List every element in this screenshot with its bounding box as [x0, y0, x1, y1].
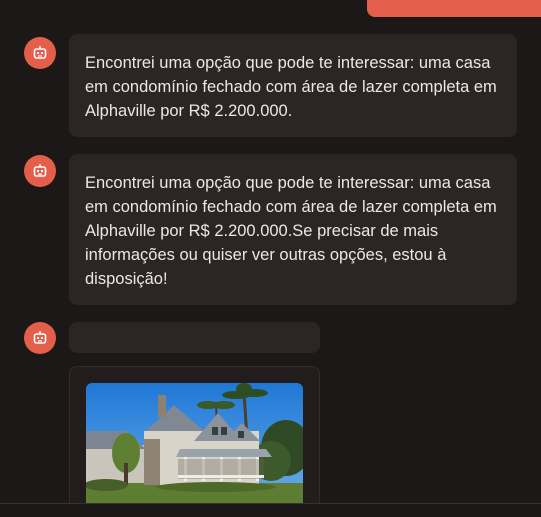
- user-message-bubble-partial: [367, 0, 541, 17]
- assistant-message-empty: [69, 322, 320, 353]
- assistant-avatar: [24, 155, 56, 187]
- message-text: Encontrei uma opção que pode te interess…: [85, 174, 497, 288]
- assistant-avatar: [24, 322, 56, 354]
- assistant-message: Encontrei uma opção que pode te interess…: [69, 154, 517, 305]
- assistant-message: Encontrei uma opção que pode te interess…: [69, 34, 517, 137]
- property-card[interactable]: [69, 366, 320, 517]
- robot-icon: [32, 45, 48, 61]
- chat-viewport: Encontrei uma opção que pode te interess…: [0, 0, 541, 517]
- robot-icon: [32, 163, 48, 179]
- assistant-avatar: [24, 37, 56, 69]
- message-text: Encontrei uma opção que pode te interess…: [85, 54, 497, 120]
- robot-icon: [32, 330, 48, 346]
- composer-area: [0, 504, 541, 517]
- house-photo[interactable]: [86, 383, 303, 513]
